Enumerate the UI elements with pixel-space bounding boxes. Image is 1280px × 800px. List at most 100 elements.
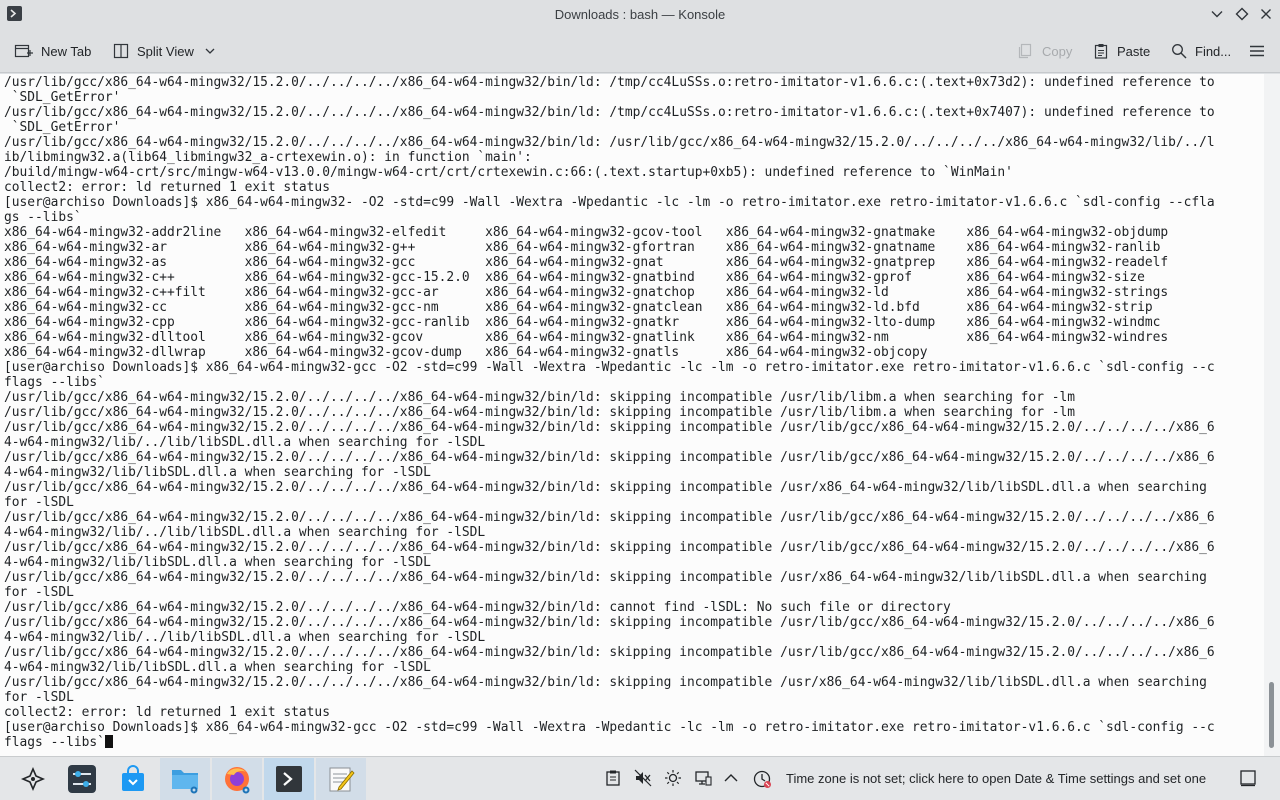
- terminal-line: for -lSDL: [4, 585, 74, 600]
- terminal-line: [user@archiso Downloads]$ x86_64-w64-min…: [4, 720, 1215, 735]
- clipboard-icon: [1094, 44, 1108, 59]
- terminal-line: /usr/lib/gcc/x86_64-w64-mingw32/15.2.0/.…: [4, 510, 1215, 525]
- terminal-scrollbar[interactable]: [1264, 74, 1280, 756]
- minimize-button[interactable]: [1207, 4, 1227, 24]
- split-view-icon: [113, 43, 129, 59]
- application-launcher[interactable]: [8, 758, 58, 800]
- terminal-line: /usr/lib/gcc/x86_64-w64-mingw32/15.2.0/.…: [4, 135, 1215, 150]
- hamburger-menu-icon: [1250, 45, 1264, 57]
- terminal-line: x86_64-w64-mingw32-dllwrap x86_64-w64-mi…: [4, 345, 928, 360]
- terminal-prompt-line: flags --libs`: [4, 735, 1264, 750]
- terminal-line: /usr/lib/gcc/x86_64-w64-mingw32/15.2.0/.…: [4, 105, 1215, 120]
- hamburger-menu-button[interactable]: [1249, 37, 1272, 65]
- terminal-line: [user@archiso Downloads]$ x86_64-w64-min…: [4, 360, 1215, 375]
- text-editor-icon: [329, 767, 355, 792]
- terminal-line: `SDL_GetError': [4, 90, 121, 105]
- terminal-cursor: [104, 735, 113, 748]
- clipboard-tray-icon[interactable]: [604, 769, 622, 787]
- terminal-line: /usr/lib/gcc/x86_64-w64-mingw32/15.2.0/.…: [4, 480, 1207, 495]
- task-system-settings[interactable]: [57, 758, 107, 800]
- split-view-label: Split View: [137, 43, 194, 59]
- title-bar: Downloads : bash — Konsole: [0, 0, 1280, 29]
- terminal-line: x86_64-w64-mingw32-addr2line x86_64-w64-…: [4, 225, 1169, 240]
- terminal-line: 4-w64-mingw32/lib/../lib/libSDL.dll.a wh…: [4, 525, 486, 540]
- terminal-line: 4-w64-mingw32/lib/../lib/libSDL.dll.a wh…: [4, 435, 486, 450]
- brightness-icon[interactable]: [664, 769, 682, 787]
- terminal-icon: [276, 766, 302, 792]
- terminal-line: collect2: error: ld returned 1 exit stat…: [4, 705, 330, 720]
- timezone-notification[interactable]: Time zone is not set; click here to open…: [786, 771, 1206, 786]
- chevron-down-icon: [205, 48, 215, 54]
- terminal-line: 4-w64-mingw32/lib/libSDL.dll.a when sear…: [4, 555, 431, 570]
- split-view-button[interactable]: Split View: [113, 37, 216, 65]
- terminal-line: ib/libmingw32.a(lib64_libmingw32_a-crtex…: [4, 150, 532, 165]
- terminal-line: /usr/lib/gcc/x86_64-w64-mingw32/15.2.0/.…: [4, 540, 1215, 555]
- kde-launcher-icon: [20, 766, 46, 792]
- window-title: Downloads : bash — Konsole: [554, 7, 726, 22]
- search-icon: [1172, 44, 1187, 59]
- maximize-button[interactable]: [1232, 4, 1252, 24]
- terminal-line: /build/mingw-w64-crt/src/mingw-w64-v13.0…: [4, 165, 1013, 180]
- task-firefox[interactable]: [212, 758, 262, 800]
- display-config-icon[interactable]: [694, 769, 712, 787]
- terminal-line: [user@archiso Downloads]$ x86_64-w64-min…: [4, 195, 1215, 210]
- paste-label: Paste: [1117, 43, 1151, 59]
- task-dolphin[interactable]: [160, 758, 210, 800]
- task-konsole[interactable]: [264, 758, 314, 800]
- terminal-line: for -lSDL: [4, 690, 74, 705]
- copy-button[interactable]: Copy: [1017, 37, 1072, 65]
- terminal-line: /usr/lib/gcc/x86_64-w64-mingw32/15.2.0/.…: [4, 450, 1215, 465]
- terminal-output: /usr/lib/gcc/x86_64-w64-mingw32/15.2.0/.…: [0, 75, 1264, 750]
- terminal-line: x86_64-w64-mingw32-as x86_64-w64-mingw32…: [4, 255, 1169, 270]
- find-button[interactable]: Find...: [1171, 37, 1231, 65]
- close-button[interactable]: [1256, 4, 1276, 24]
- settings-sliders-icon: [68, 765, 96, 793]
- terminal-line: 4-w64-mingw32/lib/../lib/libSDL.dll.a wh…: [4, 630, 486, 645]
- copy-icon: [1018, 43, 1032, 59]
- find-label: Find...: [1195, 43, 1232, 59]
- show-desktop-icon[interactable]: [1239, 769, 1257, 787]
- paste-button[interactable]: Paste: [1093, 37, 1150, 65]
- terminal-line: flags --libs`: [4, 375, 105, 390]
- terminal-line: 4-w64-mingw32/lib/libSDL.dll.a when sear…: [4, 465, 431, 480]
- terminal-line: x86_64-w64-mingw32-ar x86_64-w64-mingw32…: [4, 240, 1161, 255]
- folder-icon: [172, 770, 198, 794]
- terminal-view[interactable]: /usr/lib/gcc/x86_64-w64-mingw32/15.2.0/.…: [0, 74, 1264, 756]
- terminal-line: /usr/lib/gcc/x86_64-w64-mingw32/15.2.0/.…: [4, 570, 1207, 585]
- taskbar: Time zone is not set; click here to open…: [0, 756, 1280, 800]
- terminal-line: x86_64-w64-mingw32-c++filt x86_64-w64-mi…: [4, 285, 1169, 300]
- terminal-line: /usr/lib/gcc/x86_64-w64-mingw32/15.2.0/.…: [4, 405, 1075, 420]
- terminal-line: x86_64-w64-mingw32-dlltool x86_64-w64-mi…: [4, 330, 1169, 345]
- chevron-up-icon[interactable]: [722, 769, 740, 787]
- terminal-line: x86_64-w64-mingw32-cpp x86_64-w64-mingw3…: [4, 315, 1161, 330]
- volume-muted-icon[interactable]: [634, 769, 652, 787]
- new-tab-icon: [14, 44, 33, 58]
- firefox-icon: [225, 767, 250, 794]
- main-toolbar: New Tab Split View Copy Paste Find...: [0, 29, 1280, 73]
- terminal-line: /usr/lib/gcc/x86_64-w64-mingw32/15.2.0/.…: [4, 420, 1215, 435]
- terminal-line: /usr/lib/gcc/x86_64-w64-mingw32/15.2.0/.…: [4, 615, 1215, 630]
- terminal-line: collect2: error: ld returned 1 exit stat…: [4, 180, 330, 195]
- terminal-line: /usr/lib/gcc/x86_64-w64-mingw32/15.2.0/.…: [4, 675, 1207, 690]
- new-tab-button[interactable]: New Tab: [14, 37, 91, 65]
- copy-label: Copy: [1042, 43, 1073, 59]
- task-kate[interactable]: [316, 758, 366, 800]
- store-bag-icon: [122, 765, 144, 791]
- scrollbar-thumb[interactable]: [1269, 682, 1274, 748]
- terminal-line: 4-w64-mingw32/lib/libSDL.dll.a when sear…: [4, 660, 431, 675]
- clock-warning-icon[interactable]: [752, 769, 771, 788]
- task-discover[interactable]: [108, 758, 158, 800]
- terminal-current-input: flags --libs`: [4, 735, 105, 750]
- terminal-line: x86_64-w64-mingw32-cc x86_64-w64-mingw32…: [4, 300, 1153, 315]
- terminal-line: /usr/lib/gcc/x86_64-w64-mingw32/15.2.0/.…: [4, 600, 951, 615]
- diamond-icon: [1235, 7, 1249, 21]
- terminal-line: /usr/lib/gcc/x86_64-w64-mingw32/15.2.0/.…: [4, 645, 1215, 660]
- new-tab-label: New Tab: [41, 43, 92, 59]
- terminal-line: x86_64-w64-mingw32-c++ x86_64-w64-mingw3…: [4, 270, 1145, 285]
- chevron-down-icon: [1211, 11, 1223, 18]
- terminal-line: for -lSDL: [4, 495, 74, 510]
- terminal-line: `SDL_GetError': [4, 120, 121, 135]
- terminal-line: /usr/lib/gcc/x86_64-w64-mingw32/15.2.0/.…: [4, 75, 1215, 90]
- close-icon: [1261, 9, 1271, 19]
- terminal-line: /usr/lib/gcc/x86_64-w64-mingw32/15.2.0/.…: [4, 390, 1075, 405]
